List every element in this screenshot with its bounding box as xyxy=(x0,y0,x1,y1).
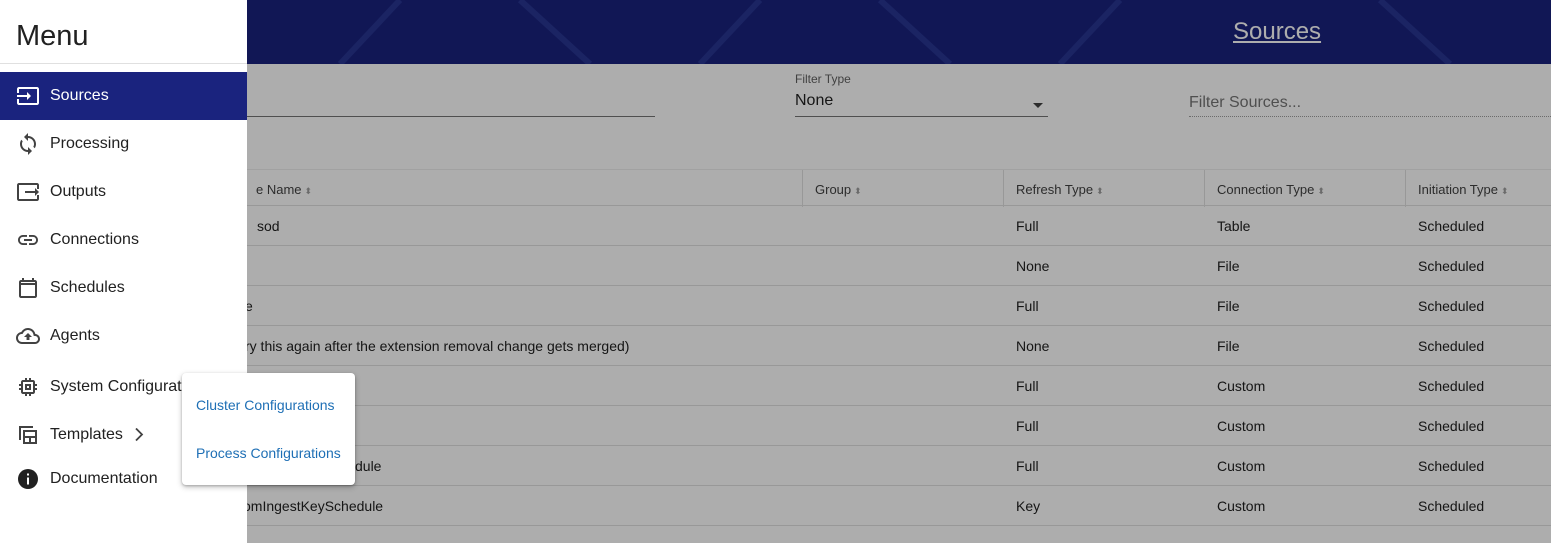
sync-icon xyxy=(16,132,40,156)
output-icon xyxy=(16,180,40,204)
nav-label: Templates xyxy=(50,426,123,443)
nav-item-connections[interactable]: Connections xyxy=(0,216,247,264)
source-input-icon xyxy=(16,84,40,108)
nav-label: Processing xyxy=(50,135,130,152)
chip-icon xyxy=(16,375,40,399)
template-icon xyxy=(16,423,40,447)
info-icon xyxy=(16,467,40,491)
nav-label: Schedules xyxy=(50,279,125,296)
submenu-item-cluster-configurations[interactable]: Cluster Configurations xyxy=(196,397,335,413)
nav-label: System Configurat xyxy=(50,378,182,395)
nav-label: Outputs xyxy=(50,183,107,200)
cloud-upload-icon xyxy=(16,324,40,348)
calendar-icon xyxy=(16,276,40,300)
nav-label: Documentation xyxy=(50,470,158,487)
chevron-right-icon xyxy=(133,428,145,442)
nav-item-outputs[interactable]: Outputs xyxy=(0,168,247,216)
submenu-item-process-configurations[interactable]: Process Configurations xyxy=(196,445,341,461)
menu-title: Menu xyxy=(16,20,89,52)
nav-item-sources[interactable]: Sources xyxy=(0,72,247,120)
nav-item-schedules[interactable]: Schedules xyxy=(0,264,247,312)
link-icon xyxy=(16,228,40,252)
divider xyxy=(0,63,247,64)
nav-item-processing[interactable]: Processing xyxy=(0,120,247,168)
system-configurations-submenu: Cluster Configurations Process Configura… xyxy=(182,373,355,485)
nav-label: Sources xyxy=(50,87,109,104)
nav-item-agents[interactable]: Agents xyxy=(0,312,247,360)
nav-label: Agents xyxy=(50,327,100,344)
nav-label: Connections xyxy=(50,231,139,248)
